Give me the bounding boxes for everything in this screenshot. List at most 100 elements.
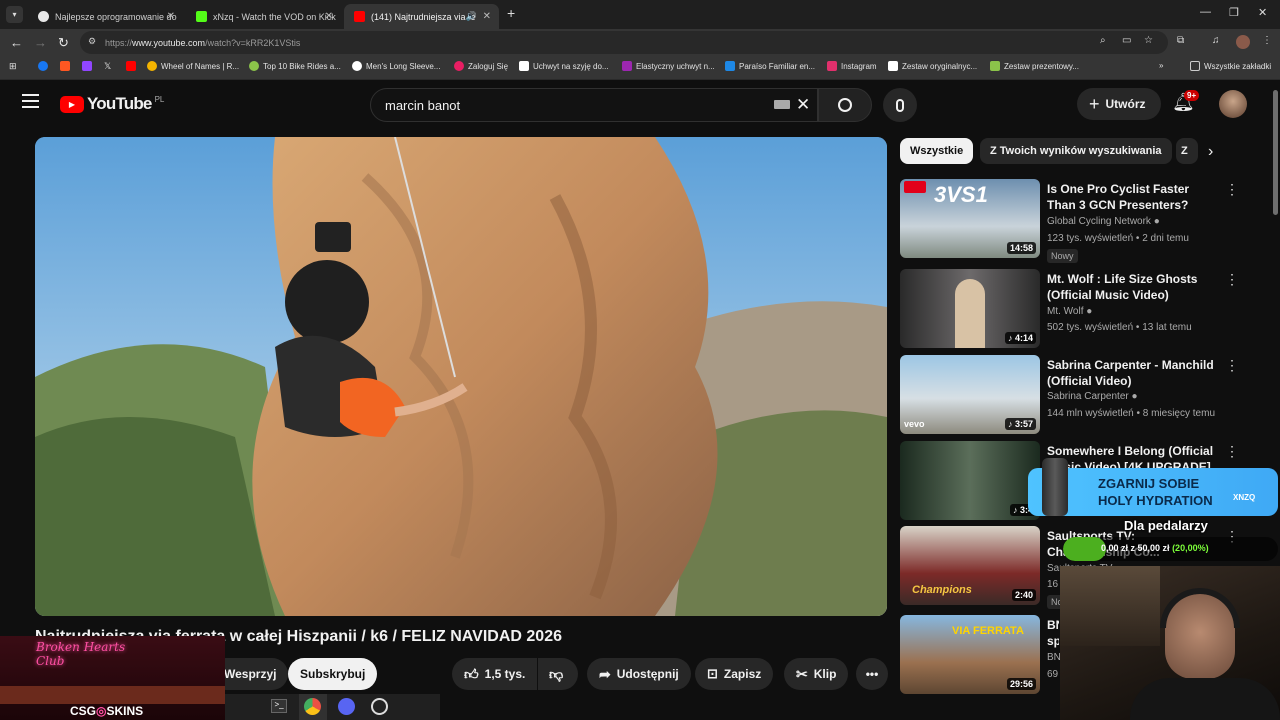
- obs-icon[interactable]: [371, 698, 388, 715]
- voice-search-button[interactable]: [883, 88, 917, 122]
- extensions-icon[interactable]: ⧉: [1177, 35, 1184, 46]
- recommendation-title[interactable]: BN... sp...: [1047, 617, 1059, 649]
- donation-goal-text: 0,00 zł z 50,00 zł (20,00%): [1101, 543, 1209, 553]
- more-actions-icon[interactable]: ⋮: [1225, 443, 1239, 460]
- apps-icon[interactable]: ⊞: [9, 61, 17, 72]
- video-thumbnail[interactable]: ♪ 4:14: [900, 269, 1040, 348]
- search-button[interactable]: [818, 88, 872, 122]
- close-tab-icon[interactable]: ✕: [483, 11, 491, 22]
- more-actions-button[interactable]: •••: [856, 658, 888, 690]
- notification-badge: 9+: [1184, 90, 1200, 101]
- bookmark-item[interactable]: Uchwyt na szyję do...: [519, 61, 609, 71]
- all-bookmarks-folder[interactable]: Wszystkie zakładki: [1190, 61, 1271, 71]
- video-thumbnail[interactable]: Champions 2:40: [900, 526, 1040, 605]
- bookmark-star-icon[interactable]: ☆: [1144, 35, 1153, 46]
- video-player[interactable]: [35, 137, 887, 616]
- bookmark-item[interactable]: Paraíso Familiar en...: [725, 61, 815, 71]
- more-actions-icon[interactable]: ⋮: [1225, 357, 1239, 374]
- browser-tab-1[interactable]: Najlepsze oprogramowanie do ✕: [28, 4, 183, 29]
- channel-name[interactable]: Global Cycling Network ●: [1047, 216, 1160, 227]
- profile-avatar[interactable]: [1236, 35, 1250, 49]
- site-info-icon[interactable]: ⚙: [88, 36, 96, 47]
- channel-name[interactable]: BN: [1047, 652, 1061, 663]
- recommendation-title[interactable]: Sabrina Carpenter - Manchild (Official V…: [1047, 357, 1217, 389]
- bookmark-facebook-icon[interactable]: [38, 61, 52, 71]
- chip-from-search[interactable]: Z Twoich wyników wyszukiwania: [980, 138, 1172, 164]
- recommendation-item[interactable]: 3VS1 14:58 Is One Pro Cyclist Faster Tha…: [900, 179, 1239, 263]
- bookmark-item[interactable]: Top 10 Bike Rides a...: [249, 61, 341, 71]
- promo-title-line-1: ZGARNIJ SOBIE: [1098, 476, 1200, 491]
- video-meta: 16: [1047, 579, 1059, 590]
- keyboard-icon[interactable]: [774, 100, 790, 109]
- bookmark-item[interactable]: Instagram: [827, 61, 877, 71]
- bookmark-x-icon[interactable]: 𝕏: [104, 61, 111, 72]
- recommendation-item[interactable]: ♪ 4:14 Mt. Wolf : Life Size Ghosts (Offi…: [900, 269, 1239, 349]
- clip-button[interactable]: ✂ Klip: [784, 658, 849, 690]
- bookmark-item[interactable]: Zestaw prezentowy...: [990, 61, 1079, 71]
- channel-name[interactable]: Mt. Wolf ●: [1047, 306, 1092, 317]
- channel-name[interactable]: Sabrina Carpenter ●: [1047, 391, 1138, 402]
- zoom-icon[interactable]: ⌕: [1100, 35, 1106, 46]
- cast-icon[interactable]: ▭: [1122, 35, 1131, 46]
- notifications-button[interactable]: 🔔︎ 9+: [1172, 90, 1200, 113]
- video-thumbnail[interactable]: VIA FERRATA 29:56: [900, 615, 1040, 694]
- discord-icon[interactable]: [338, 698, 355, 715]
- plus-icon: +: [1089, 93, 1100, 114]
- dislike-button[interactable]: 👎︎: [538, 658, 578, 690]
- close-tab-icon[interactable]: ✕: [325, 11, 333, 22]
- more-actions-icon[interactable]: ⋮: [1225, 271, 1239, 288]
- minimize-button[interactable]: —: [1200, 6, 1211, 18]
- bookmark-item[interactable]: Zestaw oryginalnyc...: [888, 61, 977, 71]
- media-controls-icon[interactable]: ♫: [1212, 35, 1220, 46]
- page-scrollbar[interactable]: [1273, 90, 1278, 215]
- video-thumbnail[interactable]: 3VS1 14:58: [900, 179, 1040, 258]
- bookmark-blogger-icon[interactable]: [60, 61, 74, 71]
- forward-button[interactable]: →: [34, 35, 47, 50]
- clear-search-icon[interactable]: ✕: [796, 95, 810, 115]
- tab-search-icon[interactable]: ▾: [6, 6, 23, 23]
- close-tab-icon[interactable]: ✕: [167, 11, 175, 22]
- recommendation-title[interactable]: Is One Pro Cyclist Faster Than 3 GCN Pre…: [1047, 181, 1217, 213]
- video-thumbnail[interactable]: ♪ 3:4: [900, 441, 1040, 520]
- donation-goal-label: Dla pedalarzy: [1124, 518, 1208, 533]
- reload-button[interactable]: ↻: [58, 35, 69, 51]
- search-input[interactable]: marcin banot ✕: [370, 88, 818, 122]
- bookmark-item[interactable]: Wheel of Names | R...: [147, 61, 239, 71]
- restore-button[interactable]: ❐: [1229, 6, 1239, 19]
- save-button[interactable]: ⊡ Zapisz: [695, 658, 774, 690]
- search-query: marcin banot: [385, 97, 461, 113]
- back-button[interactable]: ←: [10, 35, 23, 50]
- chips-next-chevron-icon[interactable]: ›: [1208, 143, 1213, 161]
- address-bar[interactable]: ⚙ https://www.youtube.com/watch?v=kRR2K1…: [80, 31, 1168, 54]
- youtube-logo[interactable]: ▶ YouTube PL: [60, 94, 164, 114]
- more-actions-icon[interactable]: ⋮: [1225, 181, 1239, 198]
- recommendation-item[interactable]: vevo ♪ 3:57 Sabrina Carpenter - Manchild…: [900, 355, 1239, 435]
- promo-brand: XNZQ: [1233, 493, 1256, 502]
- video-meta: 123 tys. wyświetleń • 2 dni temu: [1047, 233, 1189, 244]
- subscribe-button[interactable]: Subskrybuj: [288, 658, 378, 690]
- account-avatar[interactable]: [1219, 90, 1247, 118]
- browser-tab-2[interactable]: xNzq - Watch the VOD on Kick ✕: [186, 4, 341, 29]
- speaker-icon[interactable]: 🔊: [466, 11, 477, 22]
- video-thumbnail[interactable]: vevo ♪ 3:57: [900, 355, 1040, 434]
- url-path: /watch?v=kRR2K1VStis: [205, 37, 301, 48]
- terminal-icon[interactable]: >_: [271, 699, 287, 713]
- bookmark-twitch-icon[interactable]: [82, 61, 96, 71]
- hamburger-menu-icon[interactable]: [22, 94, 39, 108]
- bookmark-item[interactable]: Zaloguj Się: [454, 61, 508, 71]
- chip-related[interactable]: Z: [1176, 138, 1198, 164]
- share-button[interactable]: ➦ Udostępnij: [587, 658, 691, 690]
- recommendation-title[interactable]: Mt. Wolf : Life Size Ghosts (Official Mu…: [1047, 271, 1217, 303]
- like-button[interactable]: 👍︎ 1,5 tys.: [452, 658, 537, 690]
- scissors-icon: ✂: [796, 665, 808, 682]
- bookmark-youtube-icon[interactable]: [126, 61, 140, 71]
- chip-all[interactable]: Wszystkie: [900, 138, 974, 164]
- bookmark-item[interactable]: Elastyczny uchwyt n...: [622, 61, 715, 71]
- new-tab-button[interactable]: +: [507, 5, 515, 21]
- close-window-button[interactable]: ✕: [1258, 6, 1267, 19]
- bookmark-item[interactable]: Men's Long Sleeve...: [352, 61, 440, 71]
- create-button[interactable]: + Utwórz: [1077, 88, 1161, 120]
- more-bookmarks-icon[interactable]: »: [1159, 61, 1163, 70]
- browser-menu-icon[interactable]: ⋮: [1262, 35, 1272, 46]
- browser-tab-3[interactable]: (141) Najtrudniejsza via fer 🔊 ✕: [344, 4, 499, 29]
